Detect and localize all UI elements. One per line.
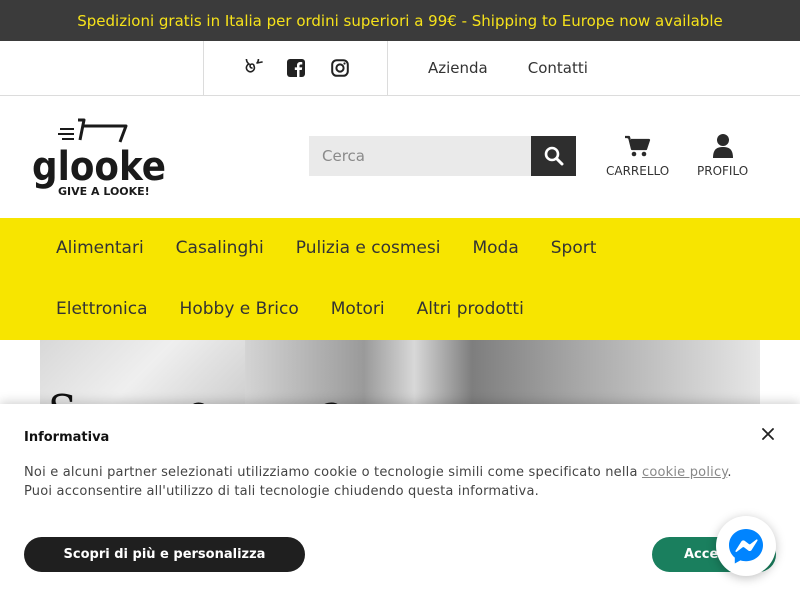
social-links [203, 41, 388, 95]
header: glooke GIVE A LOOKE! CARRELLO PROFILO [0, 96, 800, 218]
category-nav: Alimentari Casalinghi Pulizia e cosmesi … [0, 218, 800, 340]
close-icon[interactable] [760, 426, 776, 442]
learn-more-button[interactable]: Scopri di più e personalizza [24, 537, 305, 572]
link-contatti[interactable]: Contatti [528, 59, 588, 77]
cart-label: CARRELLO [606, 164, 670, 178]
nav-item-pulizia-cosmesi[interactable]: Pulizia e cosmesi [280, 218, 457, 279]
logo-tagline: GIVE A LOOKE! [58, 185, 150, 198]
nav-item-moda[interactable]: Moda [456, 218, 534, 279]
logo-brand: glooke [32, 144, 166, 190]
instagram-icon[interactable] [329, 57, 351, 79]
top-links: Azienda Contatti [428, 41, 588, 95]
spiral-icon[interactable] [241, 57, 263, 79]
cookie-text-before: Noi e alcuni partner selezionati utilizz… [24, 465, 642, 480]
profile-button[interactable]: PROFILO [697, 132, 748, 178]
promo-text: Spedizioni gratis in Italia per ordini s… [77, 11, 723, 30]
cookie-policy-link[interactable]: cookie policy [642, 465, 727, 480]
hero-partial-text: S e a [48, 386, 393, 404]
user-icon [712, 132, 733, 160]
profile-label: PROFILO [697, 164, 749, 178]
search-input[interactable] [309, 136, 531, 176]
cookie-title: Informativa [24, 430, 110, 445]
cart-button[interactable]: CARRELLO [606, 132, 669, 178]
search-button[interactable] [531, 136, 576, 176]
messenger-chat-button[interactable] [716, 516, 776, 576]
cart-icon [624, 132, 651, 160]
cookie-banner: Informativa Noi e alcuni partner selezio… [0, 404, 800, 600]
cookie-text: Noi e alcuni partner selezionati utilizz… [24, 463, 744, 501]
nav-item-altri-prodotti[interactable]: Altri prodotti [401, 279, 540, 340]
nav-item-hobby-brico[interactable]: Hobby e Brico [164, 279, 315, 340]
nav-item-elettronica[interactable]: Elettronica [40, 279, 164, 340]
top-bar: Azienda Contatti [0, 41, 800, 96]
messenger-icon [729, 529, 763, 564]
nav-item-casalinghi[interactable]: Casalinghi [160, 218, 280, 279]
nav-item-motori[interactable]: Motori [315, 279, 401, 340]
link-azienda[interactable]: Azienda [428, 59, 488, 77]
logo[interactable]: glooke GIVE A LOOKE! [30, 116, 170, 198]
nav-item-sport[interactable]: Sport [535, 218, 613, 279]
hero-banner[interactable]: S e a [40, 340, 760, 404]
promo-bar: Spedizioni gratis in Italia per ordini s… [0, 0, 800, 41]
facebook-icon[interactable] [285, 57, 307, 79]
search-icon [544, 146, 563, 166]
nav-item-alimentari[interactable]: Alimentari [40, 218, 160, 279]
